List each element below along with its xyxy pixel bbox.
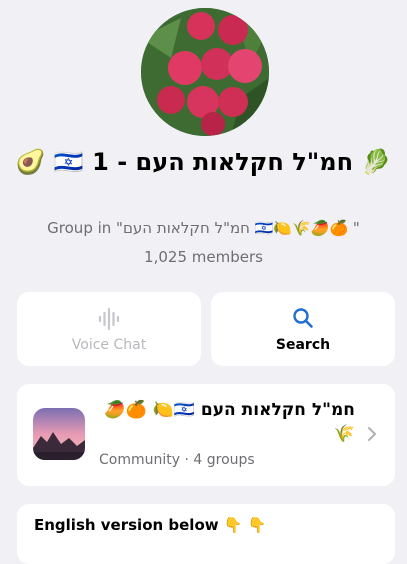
sunset-photo-icon — [33, 408, 85, 460]
chevron-right-icon — [367, 426, 377, 446]
lychee-photo-icon — [141, 8, 269, 136]
group-subtitle[interactable]: Group in "חמ"ל חקלאות העם 🇮🇱🍋🌾🥭🍊 " — [10, 216, 397, 240]
voice-chat-button[interactable]: Voice Chat — [17, 292, 201, 366]
group-avatar[interactable] — [141, 8, 269, 136]
search-label: Search — [275, 337, 331, 353]
community-avatar — [33, 408, 85, 460]
member-count[interactable]: 1,025 members — [10, 246, 397, 268]
voice-wave-icon — [17, 306, 201, 332]
search-button[interactable]: Search — [211, 292, 395, 366]
community-card[interactable]: חמ"ל חקלאות העם 🇮🇱🍋 🍊🥭🌾 Community · 4 gr… — [17, 384, 395, 486]
search-icon — [211, 306, 395, 332]
description-text: English version below 👇 👇 — [34, 516, 267, 534]
voice-chat-label: Voice Chat — [71, 337, 147, 353]
description-card[interactable]: English version below 👇 👇 — [17, 504, 395, 564]
community-name: חמ"ל חקלאות העם 🇮🇱🍋 🍊🥭🌾 — [104, 400, 355, 444]
group-title: 🥑 🇮🇱 1 - חמ"ל חקלאות העם 🥬 — [15, 148, 392, 176]
community-meta: Community · 4 groups — [99, 452, 255, 468]
